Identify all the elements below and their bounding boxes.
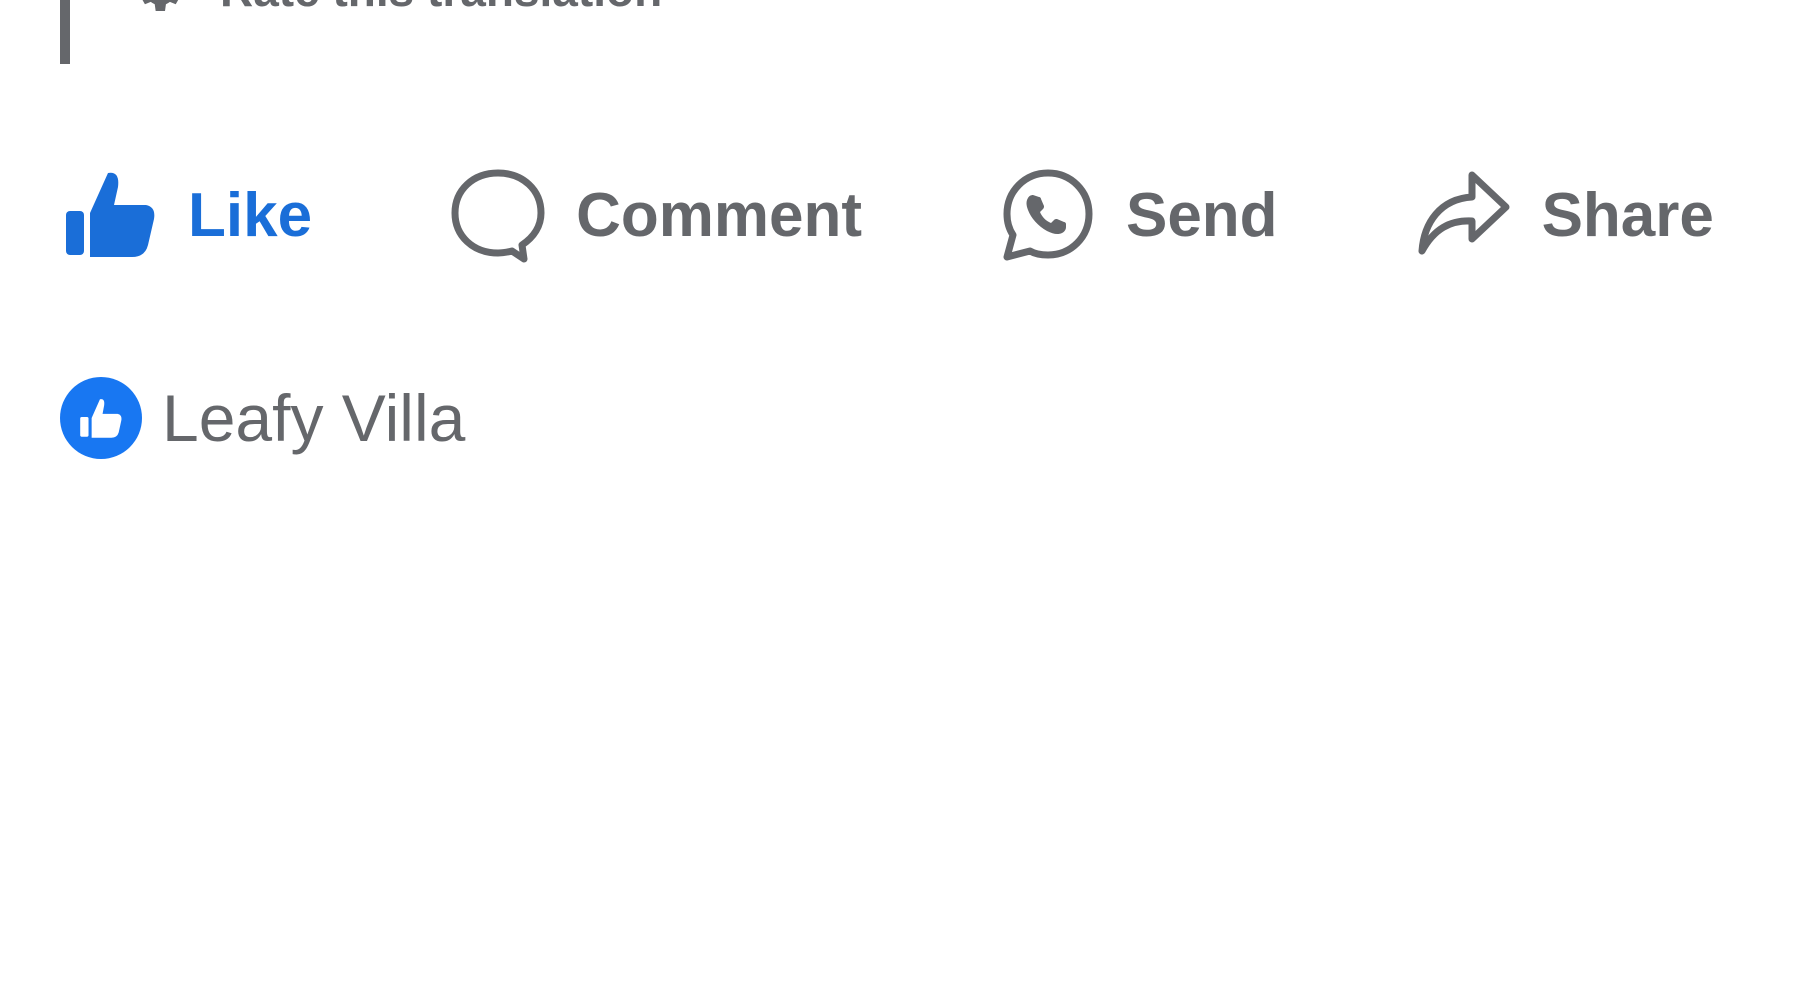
rate-translation-label: Rate this translation [220,0,662,17]
share-label: Share [1541,180,1714,250]
comment-button[interactable]: Comment [448,160,862,270]
post-action-bar: Like Comment Send Share [60,160,1760,270]
rate-translation-link[interactable]: Rate this translation [128,0,662,20]
send-label: Send [1125,180,1278,250]
comment-bubble-icon [448,165,548,265]
thumbs-up-icon [60,165,160,265]
liker-name: Leafy Villa [162,381,466,455]
share-arrow-icon [1414,165,1514,265]
comment-label: Comment [576,180,862,250]
send-button[interactable]: Send [998,160,1278,270]
share-button[interactable]: Share [1414,160,1714,270]
translation-quote-bar [60,0,70,64]
like-label: Like [188,180,313,250]
like-button[interactable]: Like [60,160,312,270]
whatsapp-icon [998,165,1098,265]
gear-icon [128,0,188,20]
like-reaction-icon [60,377,142,459]
reaction-summary[interactable]: Leafy Villa [60,376,465,460]
